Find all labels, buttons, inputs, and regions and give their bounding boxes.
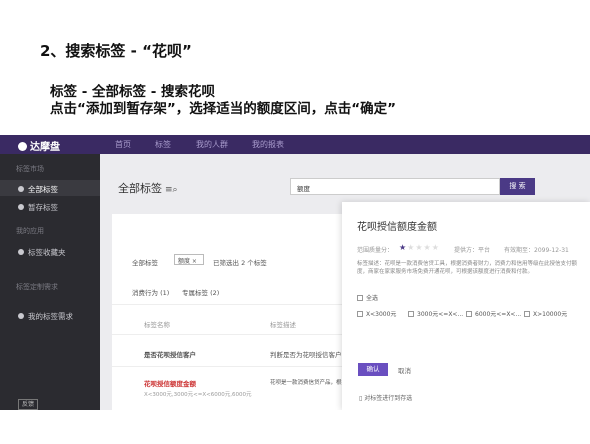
sort-exclusive-tags[interactable]: 专属标签 (2) bbox=[182, 287, 219, 297]
filter-label: 全部标签 bbox=[132, 259, 158, 267]
option-label: 6000元<=X<... bbox=[475, 311, 522, 318]
filter-count: 已筛选出 2 个标签 bbox=[213, 259, 267, 267]
star-icon: ★ bbox=[423, 243, 432, 252]
row1-desc: 判断是否为花呗授信客户 bbox=[270, 351, 342, 359]
nav-home[interactable]: 首页 bbox=[115, 139, 131, 150]
app-screenshot: 达摩盘 首页 标签 我的人群 我的报表 标签市场 全部标签 暂存标签 我的应用 … bbox=[0, 135, 590, 410]
logo-text: 达摩盘 bbox=[30, 142, 60, 153]
star-icon: ★ bbox=[415, 243, 424, 252]
panel-title: 花呗授信额度金额 bbox=[357, 222, 437, 233]
sidebar-item-label: 暂存标签 bbox=[28, 203, 58, 212]
nav-my-audience[interactable]: 我的人群 bbox=[196, 139, 228, 150]
sidebar-section-custom: 标签定制需求 bbox=[16, 283, 58, 291]
logo-icon bbox=[18, 142, 27, 151]
valid-until: 有效期至：2099-12-31 bbox=[504, 247, 569, 254]
top-nav-bar: 达摩盘 首页 标签 我的人群 我的报表 bbox=[0, 135, 590, 154]
sort-consumer-behavior[interactable]: 消费行为 (1) bbox=[132, 287, 169, 297]
confirm-button[interactable]: 确认 bbox=[358, 363, 388, 376]
sidebar-item-label: 标签收藏夹 bbox=[28, 248, 66, 257]
sidebar-item-my-requests[interactable]: 我的标签需求 bbox=[0, 307, 100, 323]
checkbox-icon bbox=[357, 295, 363, 301]
sidebar: 标签市场 全部标签 暂存标签 我的应用 标签收藏夹 标签定制需求 我的标签需求 bbox=[0, 154, 100, 410]
provider: 提供方：平台 bbox=[454, 247, 491, 254]
tag-detail-panel: 花呗授信额度金额 范围质量分： ★★★★★ 提供方：平台 有效期至：2099-1… bbox=[342, 202, 590, 410]
nav-my-reports[interactable]: 我的报表 bbox=[252, 139, 284, 150]
tag-description: 标签描述：花呗是一款消费信贷工具，根据消费者财力，消费力和信用等级在此授信支付额… bbox=[357, 261, 578, 275]
quality-stars: ★★★★★ bbox=[399, 243, 440, 252]
row2-name[interactable]: 花呗授信额度金额 bbox=[144, 378, 196, 388]
col-tag-desc: 标签描述 bbox=[270, 321, 296, 329]
star-icon bbox=[18, 249, 24, 255]
star-icon: ★ bbox=[431, 243, 440, 252]
option-label: 3000元<=X<... bbox=[417, 311, 464, 318]
add-to-staging-note[interactable]: ▯ 对标签进行到存选 bbox=[359, 393, 412, 402]
divider bbox=[112, 304, 352, 305]
checkbox-icon bbox=[466, 311, 472, 317]
cancel-button[interactable]: 取消 bbox=[398, 365, 411, 375]
filter-search-icon[interactable]: ≡⌕ bbox=[165, 185, 178, 195]
option-label: X>10000元 bbox=[533, 311, 568, 318]
feedback-button[interactable]: 反馈 bbox=[18, 399, 38, 410]
option-select-all[interactable]: 全选 bbox=[357, 293, 378, 302]
sidebar-item-staged-tags[interactable]: 暂存标签 bbox=[0, 198, 100, 214]
sidebar-section-apps: 我的应用 bbox=[16, 227, 44, 235]
col-tag-name: 标签名称 bbox=[144, 321, 170, 329]
option-lt-3000[interactable]: X<3000元 bbox=[357, 309, 396, 318]
tag-list-card: 全部标签 额度 × 已筛选出 2 个标签 消费行为 (1) 专属标签 (2) 标… bbox=[112, 214, 352, 410]
sidebar-section-market: 标签市场 bbox=[16, 165, 44, 173]
star-icon: ★ bbox=[399, 243, 408, 252]
slide-heading: 2、搜索标签 - “花呗” bbox=[40, 42, 192, 60]
row1-name[interactable]: 是否花呗授信客户 bbox=[144, 349, 196, 359]
option-3000-6000[interactable]: 3000元<=X<... bbox=[408, 309, 463, 318]
request-icon bbox=[18, 313, 24, 319]
drop-icon bbox=[18, 204, 24, 210]
quality-label: 范围质量分： bbox=[357, 247, 394, 254]
page-title: 全部标签 ≡⌕ bbox=[118, 180, 178, 196]
divider bbox=[112, 366, 352, 367]
option-label: 全选 bbox=[366, 295, 379, 302]
instruction-line-2: 点击“添加到暂存架”，选择适当的额度区间，点击“确定” bbox=[50, 101, 396, 117]
checkbox-icon bbox=[357, 311, 363, 317]
sidebar-item-all-tags[interactable]: 全部标签 bbox=[0, 180, 100, 196]
slide: 2、搜索标签 - “花呗” 标签 - 全部标签 - 搜索花呗 点击“添加到暂存架… bbox=[0, 0, 590, 444]
divider bbox=[112, 334, 352, 335]
sidebar-item-label: 我的标签需求 bbox=[28, 312, 73, 321]
option-label: X<3000元 bbox=[366, 311, 397, 318]
search-button[interactable]: 搜 索 bbox=[500, 178, 535, 195]
page-title-text: 全部标签 bbox=[118, 182, 162, 195]
option-gt-10000[interactable]: X>10000元 bbox=[524, 309, 567, 318]
checkbox-icon bbox=[524, 311, 530, 317]
note-text: 对标签进行到存选 bbox=[364, 395, 413, 402]
tag-icon bbox=[18, 186, 24, 192]
row2-desc: 花呗是一款消费信贷产品，根据消费者购买力进行授信，消费者在家家服务的花呗服务 bbox=[270, 380, 350, 386]
nav-tags[interactable]: 标签 bbox=[155, 139, 171, 150]
sidebar-item-favorites[interactable]: 标签收藏夹 bbox=[0, 243, 100, 259]
filter-chip[interactable]: 额度 × bbox=[174, 254, 204, 265]
row2-sub: X<3000元,3000元<=X<6000元,6000元 bbox=[144, 392, 252, 398]
app-logo[interactable]: 达摩盘 bbox=[18, 138, 60, 153]
option-6000-10000[interactable]: 6000元<=X<... bbox=[466, 309, 521, 318]
sidebar-item-label: 全部标签 bbox=[28, 185, 58, 194]
search-input[interactable]: 额度 bbox=[290, 178, 500, 195]
checkbox-icon bbox=[408, 311, 414, 317]
